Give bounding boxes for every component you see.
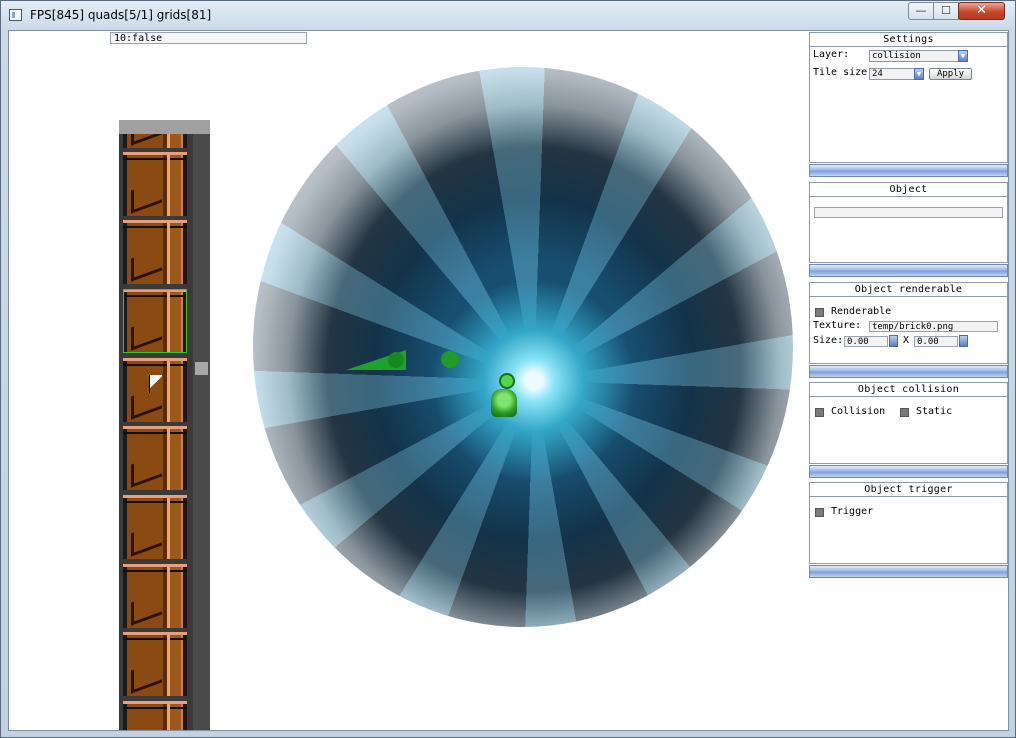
- panel-title: Object trigger: [810, 483, 1007, 497]
- title-bar[interactable]: FPS[845] quads[5/1] grids[81] — ☐ ✕: [1, 1, 1015, 29]
- palette-scrollbar[interactable]: [193, 134, 210, 730]
- trigger-label: Trigger: [831, 506, 874, 517]
- tile-palette: [119, 120, 210, 730]
- texture-label: Texture:: [813, 320, 862, 331]
- layer-select[interactable]: collision ▼: [869, 50, 968, 62]
- sprite-head: [499, 373, 515, 389]
- panel-title: Settings: [810, 33, 1007, 47]
- console-input[interactable]: 10:false: [110, 32, 307, 44]
- tile-item[interactable]: [123, 495, 187, 559]
- chevron-down-icon[interactable]: ▼: [958, 50, 968, 62]
- panel-footer: [809, 164, 1008, 177]
- layer-value: collision: [872, 51, 921, 61]
- panel-title: Object: [810, 183, 1007, 197]
- app-icon[interactable]: [9, 9, 22, 21]
- sprite-body: [491, 389, 517, 417]
- collision-circle-shape[interactable]: [441, 351, 459, 368]
- collision-label: Collision: [831, 406, 886, 417]
- tile-item[interactable]: [123, 220, 187, 284]
- tile-item[interactable]: [123, 134, 187, 148]
- panel-footer: [809, 465, 1008, 478]
- static-label: Static: [916, 406, 953, 417]
- object-name-field[interactable]: [814, 207, 1003, 218]
- galaxy-background: [253, 67, 793, 627]
- renderable-label: Renderable: [831, 306, 892, 317]
- renderable-panel: Object renderable Renderable Texture: te…: [809, 282, 1008, 378]
- texture-field[interactable]: temp/brick0.png: [869, 321, 998, 332]
- size-label: Size:: [813, 335, 844, 346]
- spin-arrows-icon[interactable]: [889, 335, 898, 347]
- tile-item[interactable]: [123, 426, 187, 490]
- size-x-field[interactable]: 0.00: [844, 336, 888, 347]
- wedge-handle[interactable]: [388, 352, 404, 368]
- maximize-button[interactable]: ☐: [933, 2, 959, 20]
- panel-footer: [809, 365, 1008, 378]
- tile-item[interactable]: [123, 152, 187, 216]
- panel-footer: [809, 565, 1008, 578]
- tile-item[interactable]: [123, 564, 187, 628]
- tile-size-value: 24: [872, 69, 883, 79]
- tile-size-select[interactable]: 24 ▼: [869, 68, 924, 80]
- tile-item[interactable]: [123, 701, 187, 730]
- size-separator: X: [903, 335, 910, 346]
- close-button[interactable]: ✕: [958, 2, 1005, 20]
- panel-title: Object collision: [810, 383, 1007, 397]
- object-panel: Object: [809, 182, 1008, 277]
- settings-panel: Settings Layer: collision ▼ Tile size: 2…: [809, 32, 1008, 177]
- trigger-panel: Object trigger Trigger: [809, 482, 1008, 578]
- minimize-button[interactable]: —: [908, 2, 934, 20]
- tile-item[interactable]: [123, 632, 187, 696]
- app-window: FPS[845] quads[5/1] grids[81] — ☐ ✕ 10:f…: [0, 0, 1016, 738]
- panel-footer: [809, 264, 1008, 277]
- apply-button[interactable]: Apply: [929, 68, 972, 80]
- palette-header: [119, 120, 210, 134]
- trigger-checkbox[interactable]: [815, 508, 824, 517]
- spin-arrows-icon[interactable]: [959, 335, 968, 347]
- tile-size-label: Tile size:: [813, 67, 874, 78]
- size-y-field[interactable]: 0.00: [914, 336, 958, 347]
- editor-canvas[interactable]: 10:false Settings Layer: collision ▼ Til…: [8, 30, 1009, 731]
- tile-item-selected[interactable]: [123, 289, 187, 353]
- collision-checkbox[interactable]: [815, 408, 824, 417]
- static-checkbox[interactable]: [900, 408, 909, 417]
- tile-list: [119, 134, 193, 730]
- scrollbar-thumb[interactable]: [195, 362, 208, 375]
- panel-title: Object renderable: [810, 283, 1007, 297]
- renderable-checkbox[interactable]: [815, 308, 824, 317]
- properties-sidebar: Settings Layer: collision ▼ Tile size: 2…: [809, 31, 1008, 730]
- player-sprite[interactable]: [491, 373, 517, 417]
- mouse-cursor-icon: [149, 375, 162, 393]
- window-title: FPS[845] quads[5/1] grids[81]: [30, 8, 212, 22]
- layer-label: Layer:: [813, 49, 850, 60]
- chevron-down-icon[interactable]: ▼: [914, 68, 924, 80]
- collision-panel: Object collision Collision Static: [809, 382, 1008, 478]
